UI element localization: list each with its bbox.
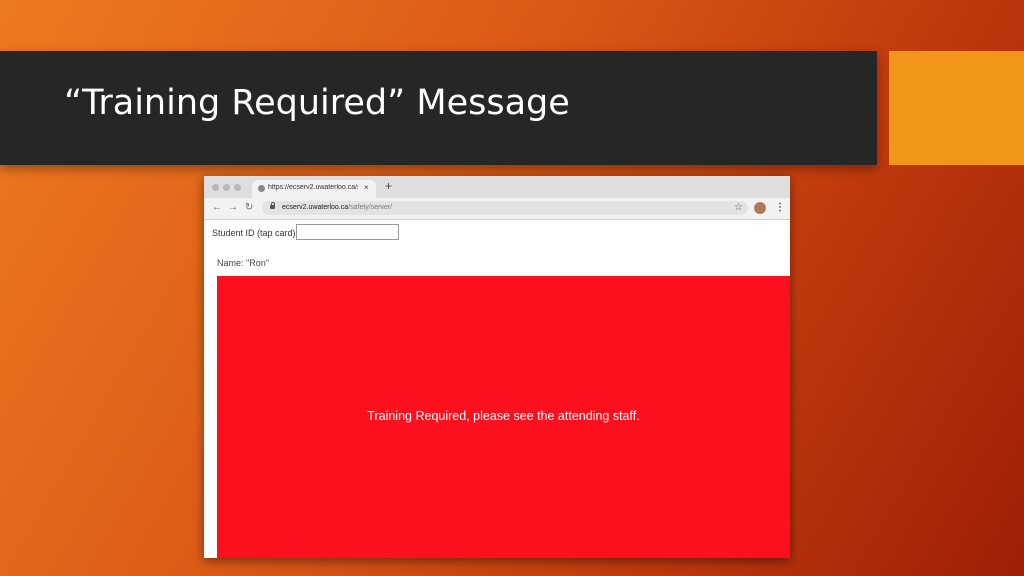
address-bar[interactable]: ecserv2.uwaterloo.ca/safety/server/ bbox=[262, 201, 748, 215]
web-page: Student ID (tap card) Name: "Ron" Traini… bbox=[204, 220, 790, 558]
url-host: ecserv2.uwaterloo.ca bbox=[282, 204, 349, 211]
accent-square bbox=[889, 51, 1024, 165]
address-url: ecserv2.uwaterloo.ca/safety/server/ bbox=[282, 201, 392, 215]
alert-message: Training Required, please see the attend… bbox=[367, 409, 640, 423]
globe-icon bbox=[258, 185, 265, 192]
profile-avatar[interactable] bbox=[754, 202, 766, 214]
training-required-alert: Training Required, please see the attend… bbox=[217, 276, 790, 558]
student-name: Name: "Ron" bbox=[217, 258, 269, 268]
browser-toolbar: ← → ↻ ecserv2.uwaterloo.ca/safety/server… bbox=[204, 198, 790, 220]
menu-icon[interactable]: ⋮ bbox=[775, 201, 785, 215]
slide-title: “Training Required” Message bbox=[64, 83, 570, 123]
tab-title: https://ecserv2.uwaterloo.ca/sa bbox=[268, 184, 358, 191]
window-zoom-dot[interactable] bbox=[234, 184, 241, 191]
browser-window: https://ecserv2.uwaterloo.ca/sa × + ← → … bbox=[204, 176, 790, 558]
lock-icon bbox=[270, 202, 275, 209]
close-tab-icon[interactable]: × bbox=[364, 183, 369, 192]
student-id-label: Student ID (tap card) bbox=[212, 228, 296, 238]
url-path: /safety/server/ bbox=[348, 204, 393, 211]
window-minimize-dot[interactable] bbox=[223, 184, 230, 191]
browser-tab[interactable]: https://ecserv2.uwaterloo.ca/sa × bbox=[252, 180, 376, 198]
reload-icon[interactable]: ↻ bbox=[245, 202, 253, 214]
window-close-dot[interactable] bbox=[212, 184, 219, 191]
tab-strip: https://ecserv2.uwaterloo.ca/sa × + bbox=[204, 176, 790, 198]
forward-icon[interactable]: → bbox=[228, 202, 238, 214]
bookmark-star-icon[interactable]: ☆ bbox=[734, 202, 743, 214]
student-id-input[interactable] bbox=[296, 224, 399, 240]
new-tab-button[interactable]: + bbox=[385, 179, 392, 193]
back-icon[interactable]: ← bbox=[212, 202, 222, 214]
